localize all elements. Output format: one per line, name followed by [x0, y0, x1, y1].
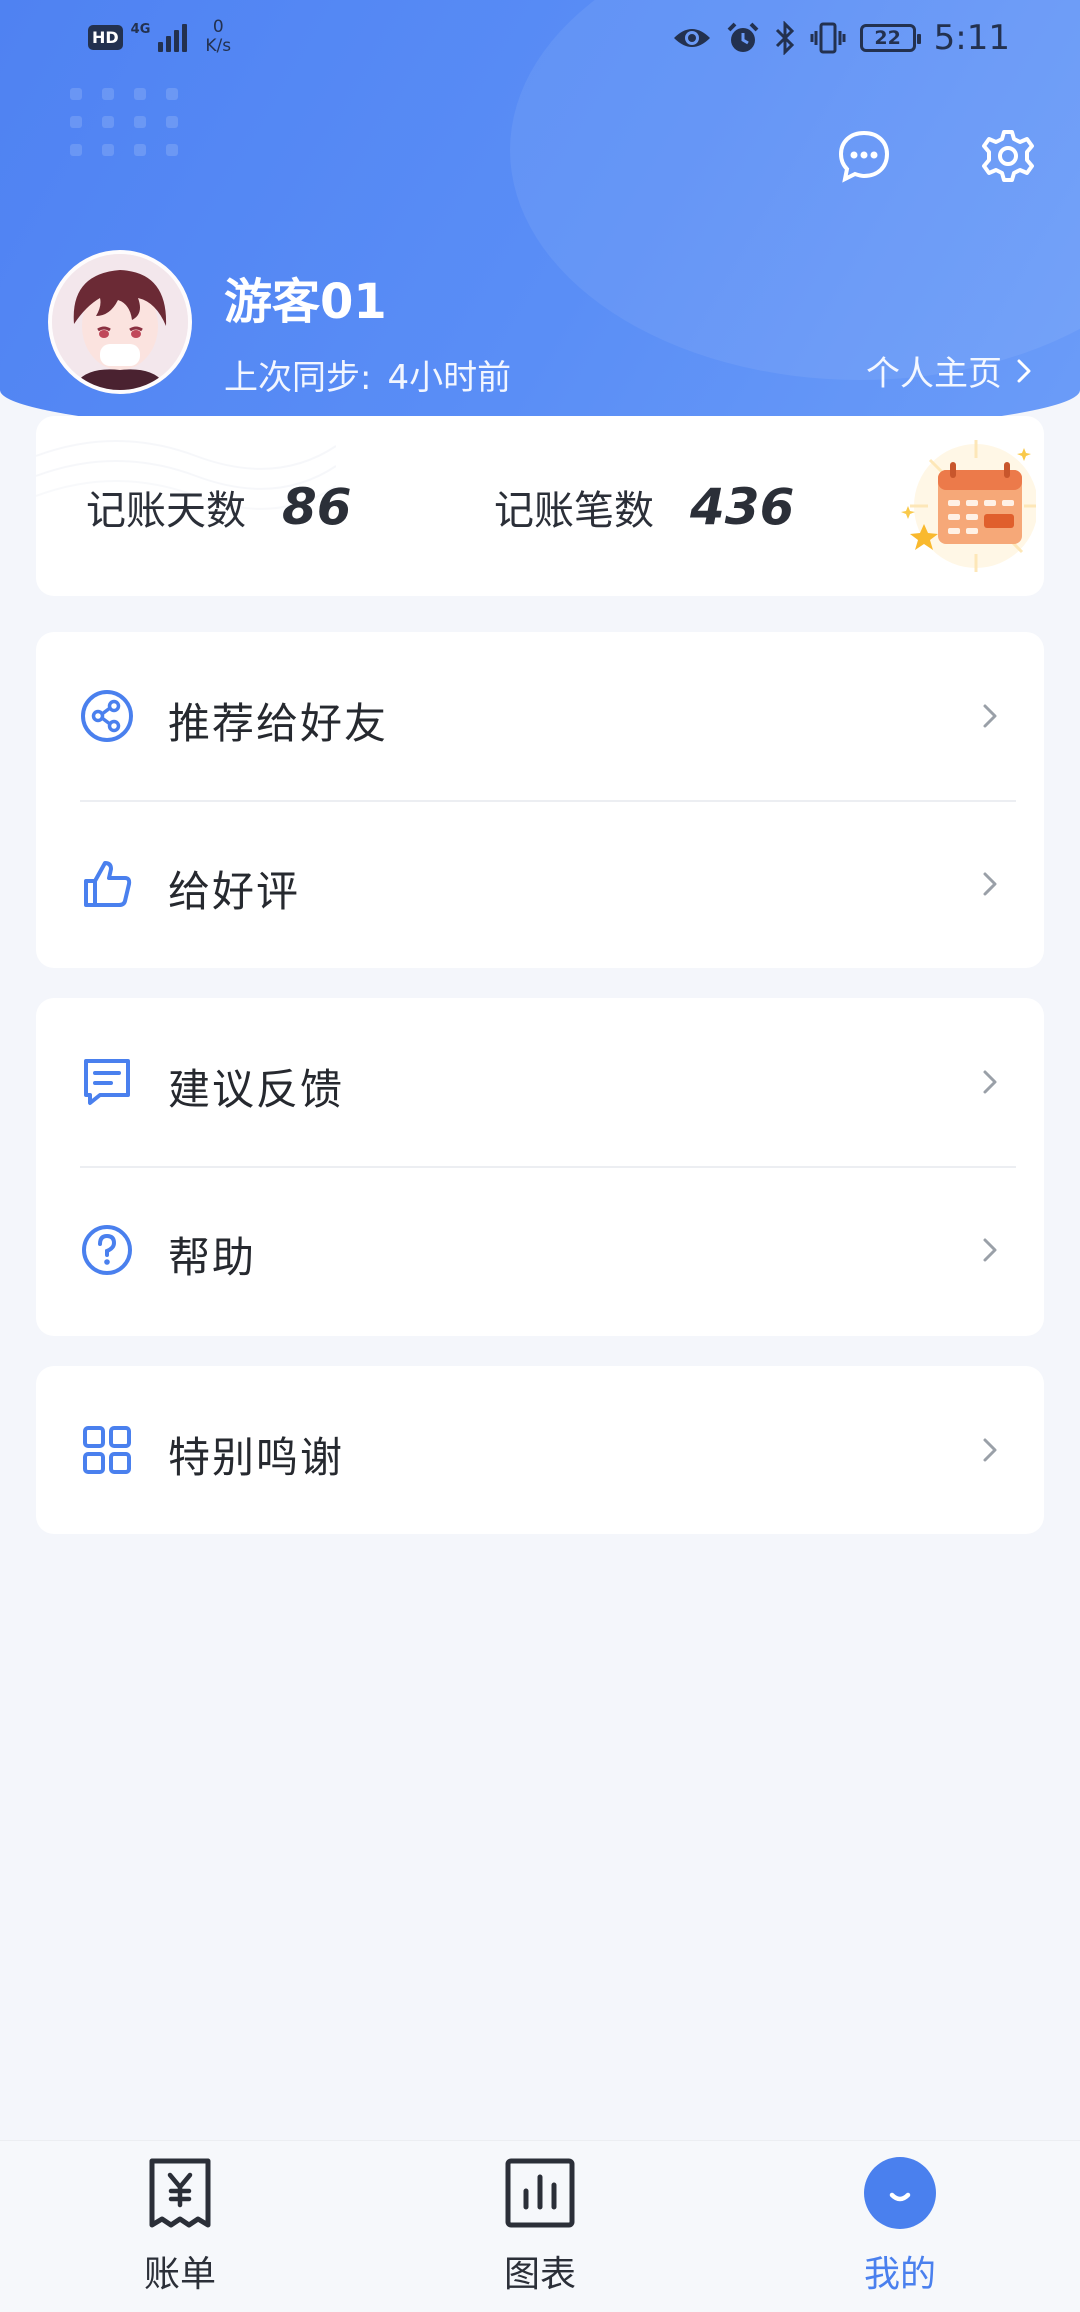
status-bar: HD 4G 0 K/s 22 5:11	[0, 0, 1080, 80]
chevron-right-icon	[983, 1070, 997, 1094]
message-icon[interactable]	[836, 128, 892, 184]
username: 游客01	[224, 274, 387, 330]
smile-icon	[864, 2157, 936, 2229]
profile-screen: HD 4G 0 K/s 22 5:11 游客01 上次同步: 4小时前 个人主页…	[0, 0, 1080, 2312]
bottom-nav: 账单 图表 我的	[0, 2140, 1080, 2312]
nav-tab-charts[interactable]: 图表	[440, 2155, 640, 2297]
sync-time: 4小时前	[387, 358, 512, 398]
help-icon	[82, 1225, 132, 1275]
menu-label-help: 帮助	[168, 1233, 257, 1282]
menu-item-thanks[interactable]: 特别鸣谢	[36, 1366, 1044, 1534]
stat-days-label: 记账天数	[86, 488, 246, 534]
menu-card-share: 推荐给好友 给好评	[36, 632, 1044, 968]
bar-chart-icon	[505, 2158, 575, 2228]
bluetooth-icon	[775, 21, 794, 55]
menu-label-thanks: 特别鸣谢	[168, 1433, 345, 1482]
stat-records: 记账笔数 436	[494, 478, 794, 536]
nav-tab-mine[interactable]: 我的	[800, 2155, 1000, 2297]
personal-homepage-link[interactable]: 个人主页	[866, 346, 1032, 395]
stats-card: 记账天数 86 记账笔数 436	[36, 416, 1044, 596]
menu-item-recommend[interactable]: 推荐给好友	[36, 632, 1044, 800]
chevron-right-icon	[983, 872, 997, 896]
chevron-right-icon	[983, 1238, 997, 1262]
menu-label-recommend: 推荐给好友	[168, 699, 389, 748]
chevron-right-icon	[983, 704, 997, 728]
network-type: 4G	[130, 21, 151, 37]
nav-label-bills: 账单	[143, 2254, 216, 2295]
share-icon	[81, 690, 133, 742]
stat-records-label: 记账笔数	[494, 488, 654, 534]
menu-label-rate: 给好评	[168, 867, 301, 916]
vibrate-icon	[810, 22, 846, 54]
gear-icon[interactable]	[980, 128, 1036, 184]
eye-icon	[673, 29, 710, 47]
stat-days: 记账天数 86	[86, 478, 352, 536]
chevron-right-icon	[1017, 359, 1031, 382]
network-speed: 0 K/s	[205, 17, 232, 56]
menu-item-feedback[interactable]: 建议反馈	[36, 998, 1044, 1166]
hd-indicator: HD	[88, 24, 123, 50]
nav-label-charts: 图表	[503, 2254, 576, 2295]
battery-icon: 22	[859, 24, 921, 52]
avatar-illustration	[52, 254, 188, 390]
alarm-icon	[727, 22, 759, 52]
grid-icon	[83, 1426, 131, 1474]
avatar[interactable]	[48, 250, 192, 394]
menu-item-rate[interactable]: 给好评	[36, 800, 1044, 968]
stat-records-value: 436	[690, 478, 795, 536]
thumbs-up-icon	[84, 861, 132, 907]
chevron-right-icon	[983, 1438, 997, 1462]
menu-card-credits: 特别鸣谢	[36, 1366, 1044, 1534]
menu-item-help[interactable]: 帮助	[36, 1166, 1044, 1334]
dot-pattern-decoration	[70, 88, 210, 158]
clock: 5:11	[933, 18, 1010, 58]
feedback-icon	[84, 1059, 130, 1105]
menu-label-feedback: 建议反馈	[168, 1065, 345, 1114]
calendar-icon	[901, 440, 1036, 572]
sync-label: 上次同步:	[224, 358, 372, 398]
stat-days-value: 86	[282, 478, 352, 536]
signal-icon	[158, 22, 188, 52]
sync-status: 上次同步: 4小时前	[224, 350, 511, 399]
receipt-icon	[149, 2158, 211, 2228]
homepage-label: 个人主页	[866, 354, 1002, 394]
menu-card-support: 建议反馈 帮助	[36, 998, 1044, 1336]
nav-tab-bills[interactable]: 账单	[80, 2155, 280, 2297]
nav-label-mine: 我的	[863, 2254, 936, 2295]
